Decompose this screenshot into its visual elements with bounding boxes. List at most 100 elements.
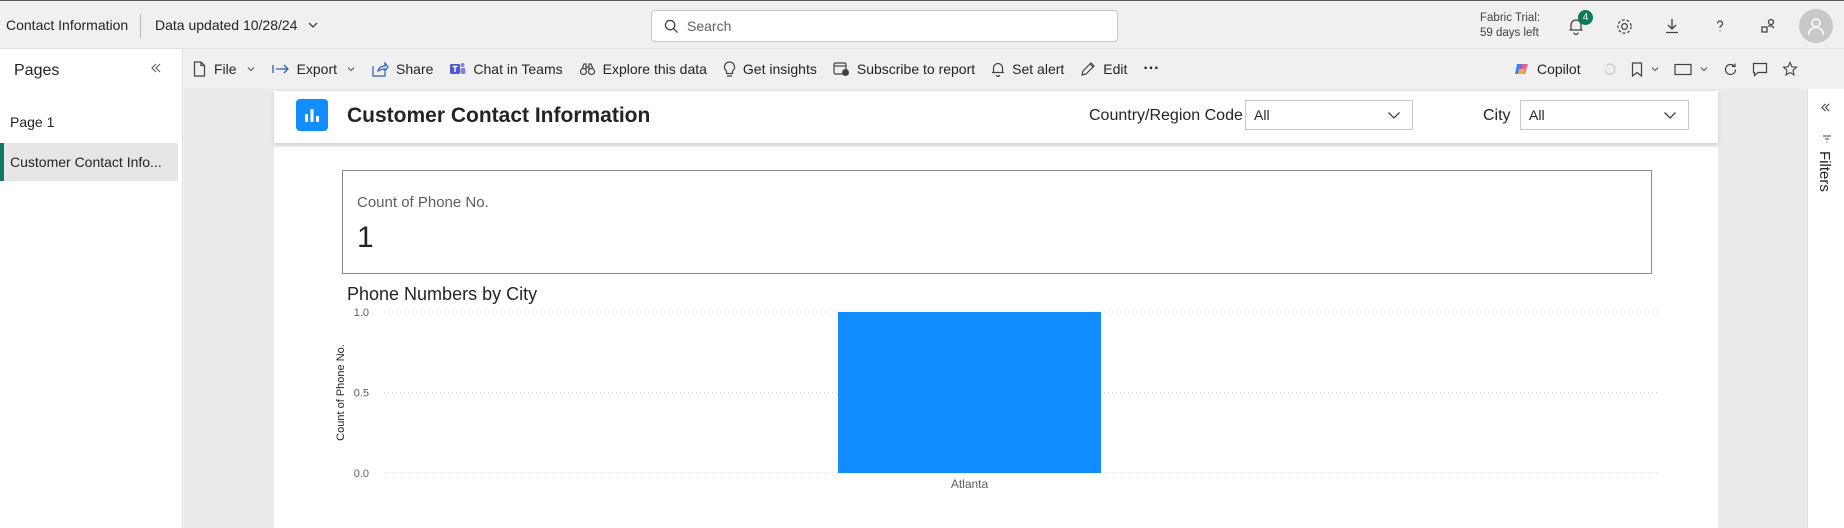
document-icon (193, 61, 206, 77)
report-toolbar: File Export Share Chat in Teams Explore … (184, 49, 1844, 89)
file-menu-button[interactable]: File (192, 54, 256, 84)
page-item-page-1[interactable]: Page 1 (0, 103, 178, 141)
question-icon (1716, 20, 1724, 32)
page-item-customer-contact-info[interactable]: Customer Contact Info... (0, 143, 178, 181)
x-tick-label: Atlanta (951, 477, 989, 491)
notifications-button[interactable]: 4 (1563, 10, 1593, 39)
chevron-down-icon (247, 67, 254, 72)
data-updated-label: Data updated 10/28/24 (155, 17, 298, 33)
top-bar: Contact Information Data updated 10/28/2… (0, 0, 1844, 49)
lightbulb-icon (723, 60, 735, 77)
search-input[interactable] (687, 18, 1087, 34)
comments-button[interactable] (1752, 54, 1768, 84)
teams-icon (450, 63, 466, 74)
city-slicer[interactable]: All (1520, 100, 1689, 130)
user-avatar[interactable] (1799, 9, 1833, 43)
refresh-icon (1724, 63, 1736, 75)
comment-icon (1752, 62, 1767, 77)
phone-numbers-by-city-chart[interactable]: 0.0 0.5 1.0 Count of Phone No. Atlanta (334, 307, 1664, 528)
person-icon (1807, 18, 1825, 36)
view-button[interactable] (1673, 54, 1709, 84)
subscribe-label: Subscribe to report (856, 61, 976, 77)
bell-icon (992, 62, 1005, 77)
trial-status[interactable]: Fabric Trial: 59 days left (1480, 11, 1540, 41)
download-button[interactable] (1659, 13, 1685, 39)
more-options-button[interactable]: ··· (1143, 54, 1159, 84)
y-tick-label: 0.5 (354, 388, 369, 400)
trial-days-left: 59 days left (1480, 27, 1539, 39)
reset-icon (1604, 63, 1616, 75)
edit-button[interactable]: Edit (1080, 54, 1127, 84)
copilot-icon (1515, 64, 1528, 74)
slicer-value: All (1529, 107, 1545, 123)
card-value: 1 (357, 221, 374, 254)
help-button[interactable] (1707, 13, 1733, 39)
double-chevron-left-icon (151, 63, 161, 73)
subscribe-button[interactable]: Subscribe to report (833, 54, 975, 84)
page-item-label: Page 1 (10, 114, 55, 130)
explore-data-button[interactable]: Explore this data (579, 54, 707, 84)
edit-label: Edit (1103, 61, 1128, 77)
explore-data-label: Explore this data (602, 61, 707, 77)
country-region-slicer[interactable]: All (1245, 100, 1413, 130)
share-icon (372, 61, 389, 77)
export-arrow-icon (271, 64, 289, 74)
data-updated-dropdown[interactable]: Data updated 10/28/24 (155, 17, 319, 33)
star-icon (1781, 61, 1798, 77)
country-region-slicer-label: Country/Region Code (1089, 107, 1243, 124)
more-icon: ··· (1143, 60, 1160, 77)
y-axis-title: Count of Phone No. (335, 344, 347, 441)
report-name[interactable]: Contact Information (6, 17, 128, 33)
export-label: Export (296, 61, 338, 77)
reset-button[interactable] (1603, 54, 1617, 84)
bookmark-button[interactable] (1631, 54, 1660, 84)
pages-title: Pages (14, 62, 60, 79)
share-button[interactable]: Share (372, 54, 433, 84)
y-tick-label: 0.0 (354, 468, 369, 480)
filters-pane: Filters (1807, 89, 1844, 528)
chat-in-teams-label: Chat in Teams (473, 61, 563, 77)
double-chevron-left-icon (1821, 103, 1830, 112)
collapse-pages-button[interactable] (150, 61, 162, 79)
set-alert-button[interactable]: Set alert (991, 54, 1064, 84)
chevron-down-icon (309, 22, 318, 28)
get-insights-label: Get insights (742, 61, 817, 77)
search-box[interactable] (651, 10, 1118, 42)
search-icon (664, 19, 679, 33)
report-body: Count of Phone No. 1 Phone Numbers by Ci… (274, 147, 1718, 528)
report-header: Customer Contact Information Country/Reg… (274, 91, 1718, 143)
card-label: Count of Phone No. (357, 194, 489, 211)
get-insights-button[interactable]: Get insights (723, 54, 817, 84)
bar[interactable] (838, 312, 1101, 473)
file-label: File (214, 61, 237, 77)
bar-chart-icon (305, 109, 319, 122)
export-menu-button[interactable]: Export (271, 54, 356, 84)
chat-in-teams-button[interactable]: Chat in Teams (449, 54, 563, 84)
set-alert-label: Set alert (1012, 61, 1065, 77)
binoculars-icon (579, 63, 595, 76)
expand-filters-button[interactable] (1820, 100, 1831, 118)
settings-button[interactable] (1611, 13, 1637, 39)
subscribe-icon (833, 62, 849, 76)
bookmark-icon (1631, 61, 1642, 77)
filter-funnel-icon (1822, 131, 1832, 149)
gear-icon (1616, 18, 1632, 34)
copilot-button[interactable]: Copilot (1514, 54, 1581, 84)
phone-count-card[interactable]: Count of Phone No. 1 (342, 170, 1652, 274)
favorite-button[interactable] (1781, 54, 1798, 84)
people-icon (1761, 18, 1775, 33)
slicer-value: All (1254, 107, 1270, 123)
filters-label[interactable]: Filters (1816, 151, 1833, 192)
divider (140, 14, 141, 38)
download-icon (1666, 19, 1678, 34)
page-item-label: Customer Contact Info... (10, 154, 162, 170)
notification-badge: 4 (1578, 10, 1593, 25)
report-title: Customer Contact Information (347, 104, 651, 127)
chevron-down-icon (1700, 67, 1708, 72)
share-feedback-button[interactable] (1755, 13, 1781, 39)
chart-title: Phone Numbers by City (347, 284, 538, 304)
share-label: Share (396, 61, 434, 77)
report-icon (296, 99, 328, 131)
refresh-button[interactable] (1723, 54, 1738, 84)
trial-label: Fabric Trial: (1480, 12, 1541, 24)
